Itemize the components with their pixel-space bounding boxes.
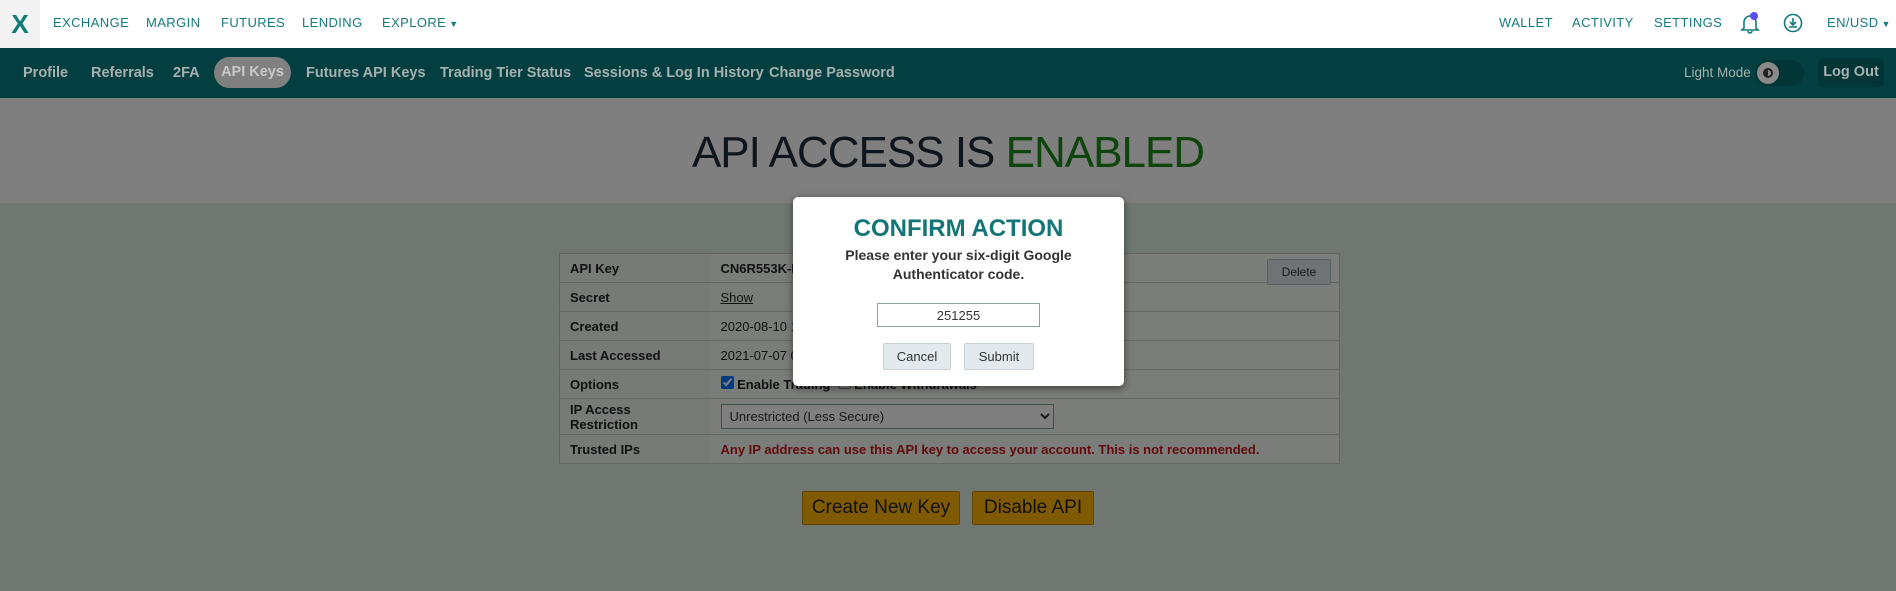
tab-change-password[interactable]: Change Password	[769, 48, 895, 98]
dialog-message: Please enter your six-digit Google Authe…	[845, 247, 1072, 282]
top-bar: X EXCHANGE MARGIN FUTURES LENDING EXPLOR…	[0, 0, 1896, 48]
nav-wallet[interactable]: WALLET	[1499, 0, 1553, 48]
bell-icon[interactable]	[1740, 12, 1760, 34]
tab-profile[interactable]: Profile	[23, 48, 68, 98]
download-icon[interactable]	[1783, 13, 1803, 33]
nav-activity[interactable]: ACTIVITY	[1572, 0, 1634, 48]
account-nav: Profile Referrals 2FA API Keys Futures A…	[0, 48, 1896, 98]
contrast-icon	[1757, 62, 1779, 84]
tab-api-keys[interactable]: API Keys	[214, 57, 291, 88]
caret-down-icon: ▼	[449, 19, 459, 29]
nav-margin[interactable]: MARGIN	[146, 0, 200, 48]
caret-down-icon: ▼	[1881, 19, 1891, 29]
nav-explore[interactable]: EXPLORE ▼	[382, 0, 459, 48]
logout-button[interactable]: Log Out	[1818, 58, 1884, 87]
tab-2fa[interactable]: 2FA	[173, 48, 200, 98]
tab-futures-api-keys[interactable]: Futures API Keys	[306, 48, 426, 98]
tab-trading-tier-status[interactable]: Trading Tier Status	[440, 48, 571, 98]
locale-select[interactable]: EN/USD ▼	[1827, 0, 1891, 48]
cancel-button[interactable]: Cancel	[883, 343, 951, 370]
locale-label: EN/USD	[1827, 15, 1879, 30]
light-mode-toggle[interactable]	[1755, 60, 1804, 86]
nav-exchange[interactable]: EXCHANGE	[53, 0, 129, 48]
nav-lending[interactable]: LENDING	[302, 0, 363, 48]
dialog-title: CONFIRM ACTION	[853, 215, 1064, 242]
submit-button[interactable]: Submit	[964, 343, 1034, 370]
tab-sessions[interactable]: Sessions & Log In History	[584, 48, 764, 98]
tab-referrals[interactable]: Referrals	[91, 48, 154, 98]
authenticator-code-input[interactable]	[877, 303, 1040, 327]
nav-explore-label: EXPLORE	[382, 15, 447, 30]
confirm-action-dialog: CONFIRM ACTION Please enter your six-dig…	[793, 197, 1124, 386]
nav-settings[interactable]: SETTINGS	[1654, 0, 1722, 48]
nav-futures[interactable]: FUTURES	[221, 0, 285, 48]
logo[interactable]: X	[0, 0, 40, 48]
light-mode-label: Light Mode	[1684, 65, 1751, 80]
